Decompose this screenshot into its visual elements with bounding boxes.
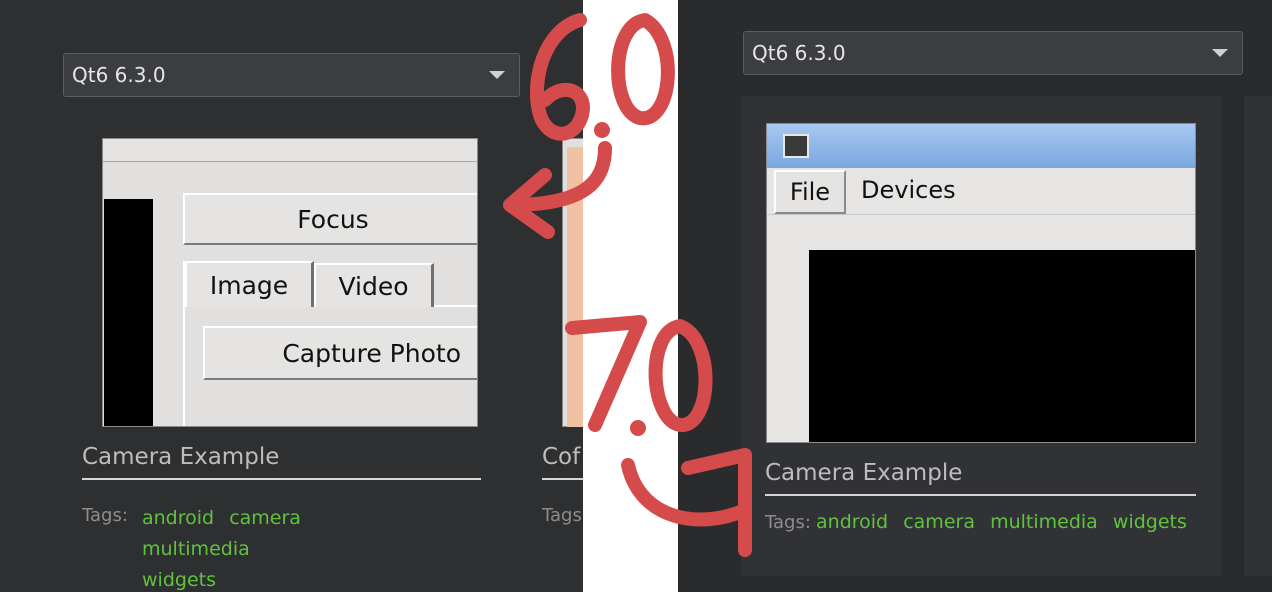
- annotation-digit-six: [530, 13, 590, 141]
- annotation-digit-zero-top: [611, 13, 675, 126]
- annotation-arrow-right: [621, 448, 752, 557]
- annotation-overlay: [503, 13, 752, 557]
- annotation-dot-top: [594, 122, 610, 138]
- annotation-digit-seven: [565, 315, 647, 432]
- annotation-arrow-left: [503, 141, 612, 239]
- annotation-dot-bottom: [630, 420, 646, 436]
- annotation-digit-zero-bottom: [648, 319, 713, 432]
